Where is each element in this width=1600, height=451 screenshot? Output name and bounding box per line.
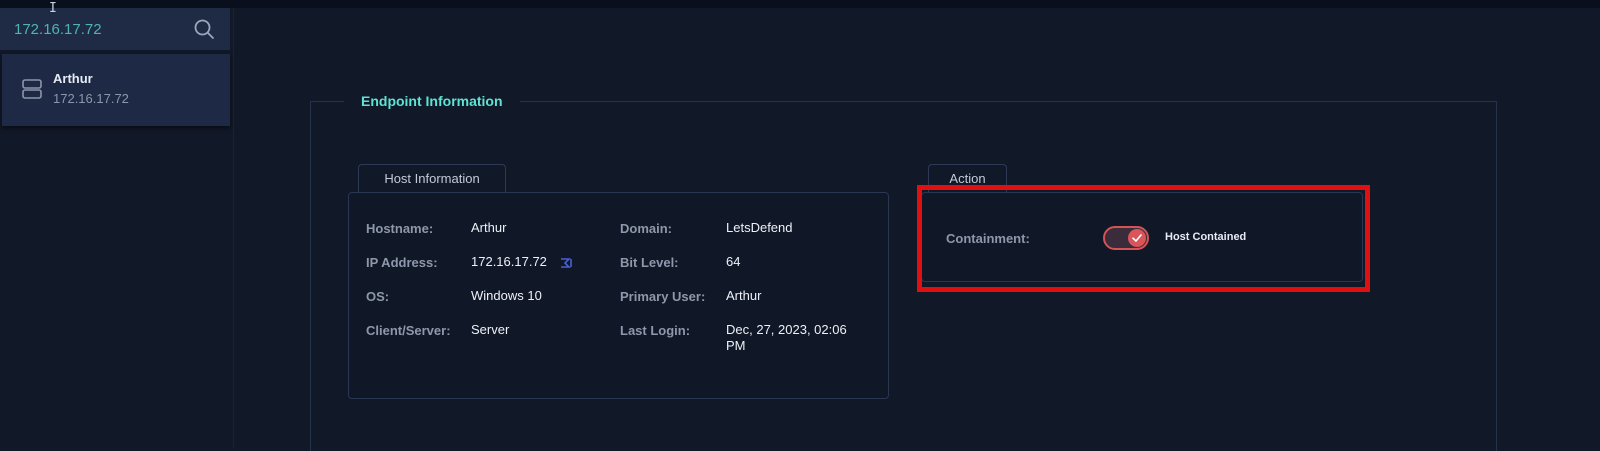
client-server-value: Server	[471, 322, 510, 337]
external-link-icon[interactable]	[560, 257, 572, 269]
primary-user-value: Arthur	[726, 288, 762, 303]
last-login-label: Last Login:	[620, 323, 691, 338]
text-cursor-icon: I	[49, 1, 57, 16]
search-input[interactable]	[14, 17, 184, 41]
bit-level-value: 64	[726, 254, 741, 269]
last-login-value: Dec, 27, 2023, 02:06 PM	[726, 322, 847, 353]
os-value: Windows 10	[471, 288, 542, 303]
result-hostname: Arthur	[53, 71, 93, 86]
sidebar: I Arthur 172.16.17.72	[0, 2, 234, 448]
ip-address-label: IP Address:	[366, 255, 438, 270]
primary-user-label: Primary User:	[620, 289, 706, 304]
top-bar	[0, 0, 1600, 8]
hostname-label: Hostname:	[366, 221, 434, 236]
domain-value: LetsDefend	[726, 220, 793, 235]
server-icon	[22, 79, 42, 99]
os-label: OS:	[366, 289, 390, 304]
ip-address-value: 172.16.17.72	[471, 254, 547, 269]
hostname-value: Arthur	[471, 220, 507, 235]
search-result-item[interactable]: Arthur 172.16.17.72	[2, 54, 230, 126]
tab-host-information: Host Information	[358, 164, 506, 192]
client-server-label: Client/Server:	[366, 323, 451, 338]
highlight-annotation	[917, 185, 1370, 292]
search-box: I	[0, 2, 230, 50]
search-icon[interactable]	[193, 18, 215, 40]
endpoint-title: Endpoint Information	[344, 91, 520, 111]
domain-label: Domain:	[620, 221, 672, 236]
bit-level-label: Bit Level:	[620, 255, 679, 270]
result-ip: 172.16.17.72	[53, 91, 129, 106]
